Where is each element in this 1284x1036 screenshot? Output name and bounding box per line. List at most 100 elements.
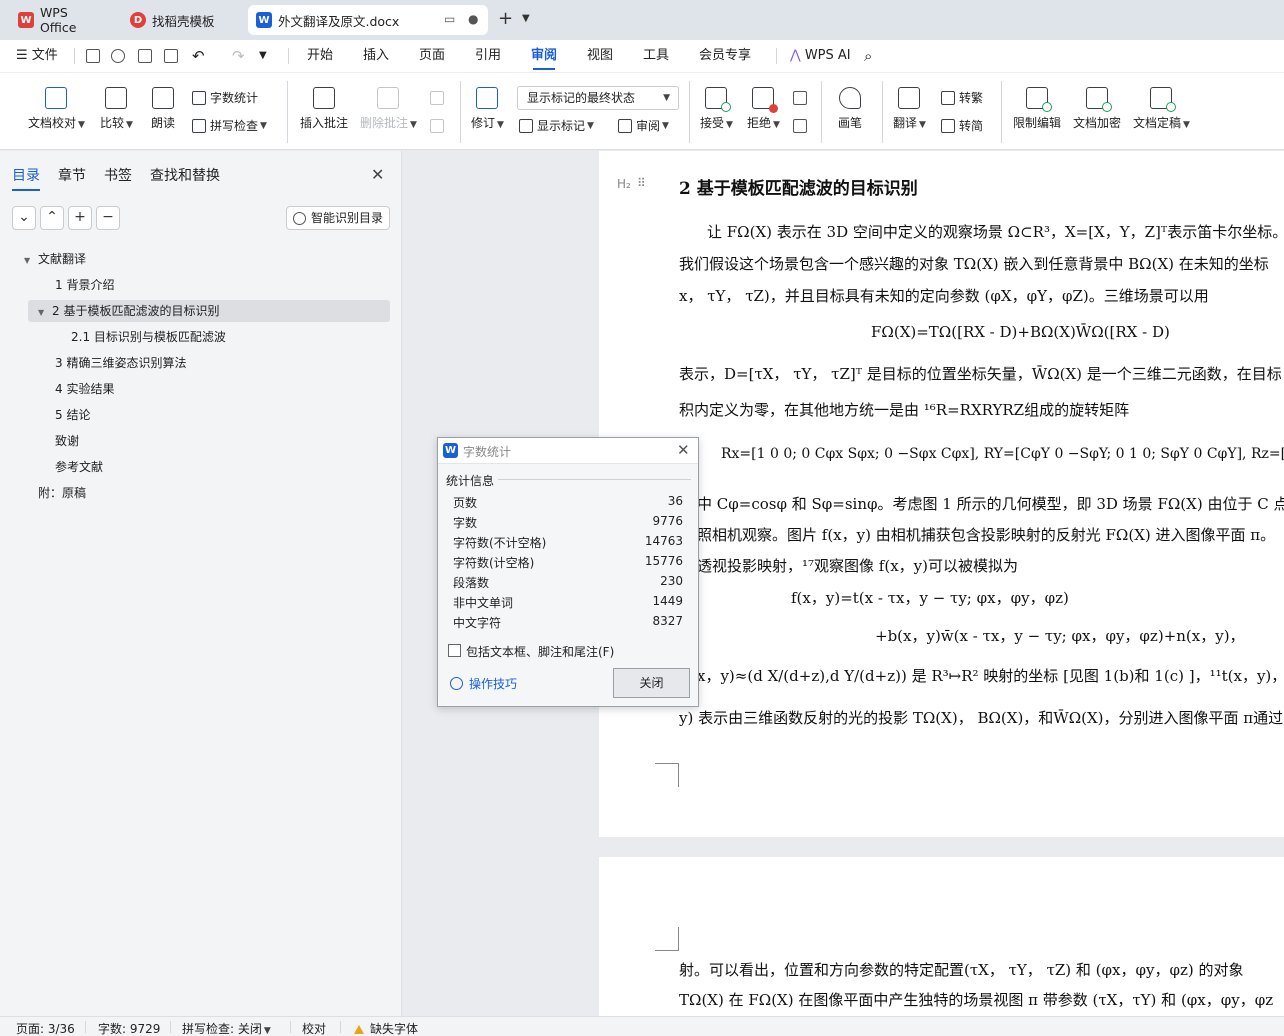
encrypt-button[interactable]: 文档加密 bbox=[1073, 87, 1121, 131]
toc-item[interactable]: 参考文献 bbox=[55, 456, 385, 478]
to-traditional-button[interactable]: 转繁 bbox=[941, 89, 983, 106]
add-heading-button[interactable]: + bbox=[68, 206, 92, 230]
delete-comment-button[interactable]: 删除批注 ▼ bbox=[360, 87, 417, 131]
word-count-indicator[interactable]: 字数: 9729 bbox=[98, 1020, 160, 1036]
page-indicator[interactable]: 页面: 3/36 bbox=[16, 1020, 75, 1036]
toc-item-label: 2 基于模板匹配滤波的目标识别 bbox=[52, 304, 220, 318]
revise-button[interactable]: 修订 ▼ bbox=[471, 87, 504, 131]
tab-chapters[interactable]: 章节 bbox=[58, 165, 86, 185]
paragraph-line: TΩ(X) 在 FΩ(X) 在图像平面中产生独特的场景视图 π 带参数 (τX，… bbox=[679, 991, 1274, 1009]
close-icon[interactable]: ✕ bbox=[677, 441, 690, 459]
close-button[interactable]: 关闭 bbox=[613, 668, 690, 698]
next-revision-icon[interactable] bbox=[793, 119, 807, 133]
paragraph-line: x，y)≈(d X/(d+z),d Y/(d+z)) 是 R³↦R² 映射的坐标… bbox=[697, 667, 1284, 685]
chevron-down-icon: ▼ bbox=[663, 93, 670, 103]
prev-comment-icon[interactable] bbox=[430, 91, 444, 105]
window-icon[interactable]: ▭ bbox=[444, 12, 455, 26]
smart-toc-button[interactable]: 智能识别目录 bbox=[286, 206, 390, 230]
new-tab-button[interactable]: + bbox=[498, 8, 513, 29]
accept-icon bbox=[705, 87, 732, 112]
stat-value: 36 bbox=[667, 494, 683, 508]
remove-heading-button[interactable]: − bbox=[96, 206, 120, 230]
file-menu[interactable]: ☰ 文件 bbox=[16, 40, 58, 72]
tab-template[interactable]: D 找稻壳模板 bbox=[122, 5, 242, 35]
section-heading: 2 基于模板匹配滤波的目标识别 bbox=[679, 179, 918, 199]
tab-toc[interactable]: 目录 bbox=[12, 165, 40, 191]
reject-button[interactable]: 拒绝 ▼ bbox=[747, 87, 780, 131]
spell-check-button[interactable]: 拼写检查 ▼ bbox=[192, 117, 267, 134]
collapse-all-button[interactable]: ⌄ bbox=[12, 206, 36, 230]
document-page[interactable]: H₂ ⠿ 2 基于模板匹配滤波的目标识别 让 FΩ(X) 表示在 3D 空间中定… bbox=[599, 151, 1284, 837]
tab-bookmarks[interactable]: 书签 bbox=[104, 165, 132, 185]
prev-revision-icon[interactable] bbox=[793, 91, 807, 105]
missing-font-status[interactable]: 缺失字体 bbox=[354, 1020, 418, 1036]
word-count-dialog: W 字数统计 ✕ 统计信息 页数 36 字数 9776 字符数(不计空格) 14763… bbox=[437, 437, 699, 707]
undo-icon[interactable]: ↶ bbox=[192, 40, 205, 72]
translate-button[interactable]: 翻译 ▼ bbox=[893, 87, 926, 131]
toc-item-selected[interactable]: ▼ 2 基于模板匹配滤波的目标识别 bbox=[28, 300, 390, 322]
include-textbox-label[interactable]: 包括文本框、脚注和尾注(F) bbox=[466, 643, 614, 660]
compare-button[interactable]: 比较 ▼ bbox=[100, 87, 133, 131]
accept-button[interactable]: 接受 ▼ bbox=[700, 87, 733, 131]
toc-item[interactable]: 附：原稿 bbox=[38, 482, 378, 504]
wps-ai-button[interactable]: ⋀ WPS AI bbox=[790, 40, 851, 72]
proofread-button[interactable]: 文档校对 ▼ bbox=[28, 87, 85, 131]
chevron-down-icon[interactable]: ▼ bbox=[522, 13, 530, 24]
toc-item[interactable]: 1 背景介绍 bbox=[55, 274, 385, 296]
link-icon[interactable] bbox=[111, 49, 125, 63]
toc-item[interactable]: 5 结论 bbox=[55, 404, 385, 426]
tab-label: WPS Office bbox=[39, 5, 77, 35]
review-pane-button[interactable]: 审阅 ▼ bbox=[618, 117, 669, 134]
chevron-down-icon: ▼ bbox=[260, 120, 267, 131]
read-aloud-button[interactable]: 朗读 bbox=[151, 87, 175, 131]
missing-font-label: 缺失字体 bbox=[370, 1022, 419, 1036]
markup-state-select[interactable]: 显示标记的最终状态 ▼ bbox=[517, 86, 679, 110]
toc-item[interactable]: ▼ 文献翻译 bbox=[24, 248, 384, 270]
menu-start[interactable]: 开始 bbox=[307, 40, 333, 72]
include-textbox-checkbox[interactable] bbox=[448, 644, 461, 657]
menu-view[interactable]: 视图 bbox=[587, 40, 613, 72]
print-preview-icon[interactable] bbox=[164, 49, 178, 63]
pen-button[interactable]: 画笔 bbox=[838, 87, 862, 131]
section-label: 统计信息 bbox=[446, 474, 495, 488]
chevron-down-icon[interactable]: ▼ bbox=[259, 40, 267, 72]
to-simplified-button[interactable]: 转简 bbox=[941, 117, 983, 134]
redo-icon[interactable]: ↷ bbox=[232, 40, 245, 72]
tab-find-replace[interactable]: 查找和替换 bbox=[150, 165, 220, 185]
expand-button[interactable]: ⌃ bbox=[40, 206, 64, 230]
next-comment-icon[interactable] bbox=[430, 119, 444, 133]
print-icon[interactable] bbox=[138, 49, 152, 63]
tab-document[interactable]: W 外文翻译及原文.docx ▭ ● bbox=[248, 5, 488, 35]
toc-item[interactable]: 2.1 目标识别与模板匹配滤波 bbox=[71, 326, 381, 348]
save-icon[interactable] bbox=[86, 49, 100, 63]
document-page[interactable]: 射。可以看出，位置和方向参数的特定配置(τX， τY， τZ) 和 (φx，φy… bbox=[599, 857, 1284, 1016]
chevron-down-icon: ▼ bbox=[587, 120, 594, 131]
drag-handle-icon[interactable]: ⠿ bbox=[637, 176, 646, 190]
spell-check-status[interactable]: 拼写检查: 关闭 ▼ bbox=[182, 1020, 271, 1036]
menu-reference[interactable]: 引用 bbox=[475, 40, 501, 72]
paragraph-line: y) 表示由三维函数反射的光的投影 TΩ(X)， BΩ(X)，和W̄Ω(X)，分… bbox=[679, 709, 1284, 727]
insert-comment-button[interactable]: 插入批注 bbox=[300, 87, 348, 131]
toc-item[interactable]: 致谢 bbox=[55, 430, 385, 452]
restrict-edit-button[interactable]: 限制编辑 bbox=[1013, 87, 1061, 131]
tab-wps-office[interactable]: W WPS Office bbox=[10, 5, 116, 35]
search-icon[interactable]: ⌕ bbox=[864, 40, 872, 72]
menu-bar: ☰ 文件 ↶ ↷ ▼ 开始 插入 页面 引用 审阅 视图 工具 会员专享 ⋀ W… bbox=[0, 40, 1284, 72]
heading-level-marker[interactable]: H₂ bbox=[617, 177, 631, 191]
dialog-title-bar[interactable]: W 字数统计 ✕ bbox=[438, 438, 698, 464]
toc-item[interactable]: 4 实验结果 bbox=[55, 378, 385, 400]
unsaved-dot-icon[interactable]: ● bbox=[468, 12, 478, 26]
toc-item[interactable]: 3 精确三维姿态识别算法 bbox=[55, 352, 385, 374]
menu-member[interactable]: 会员专享 bbox=[699, 40, 751, 72]
tips-link[interactable]: 操作技巧 bbox=[450, 675, 517, 692]
show-markup-button[interactable]: 显示标记 ▼ bbox=[519, 117, 594, 134]
menu-tools[interactable]: 工具 bbox=[643, 40, 669, 72]
menu-review[interactable]: 审阅 bbox=[531, 40, 557, 72]
menu-insert[interactable]: 插入 bbox=[363, 40, 389, 72]
word-count-button[interactable]: 字数统计 bbox=[192, 89, 258, 106]
finalize-button[interactable]: 文档定稿 ▼ bbox=[1133, 87, 1190, 131]
menu-page[interactable]: 页面 bbox=[419, 40, 445, 72]
close-icon[interactable]: ✕ bbox=[371, 165, 384, 184]
proofread-status[interactable]: 校对 bbox=[302, 1020, 326, 1036]
writer-logo-icon: W bbox=[256, 12, 272, 28]
